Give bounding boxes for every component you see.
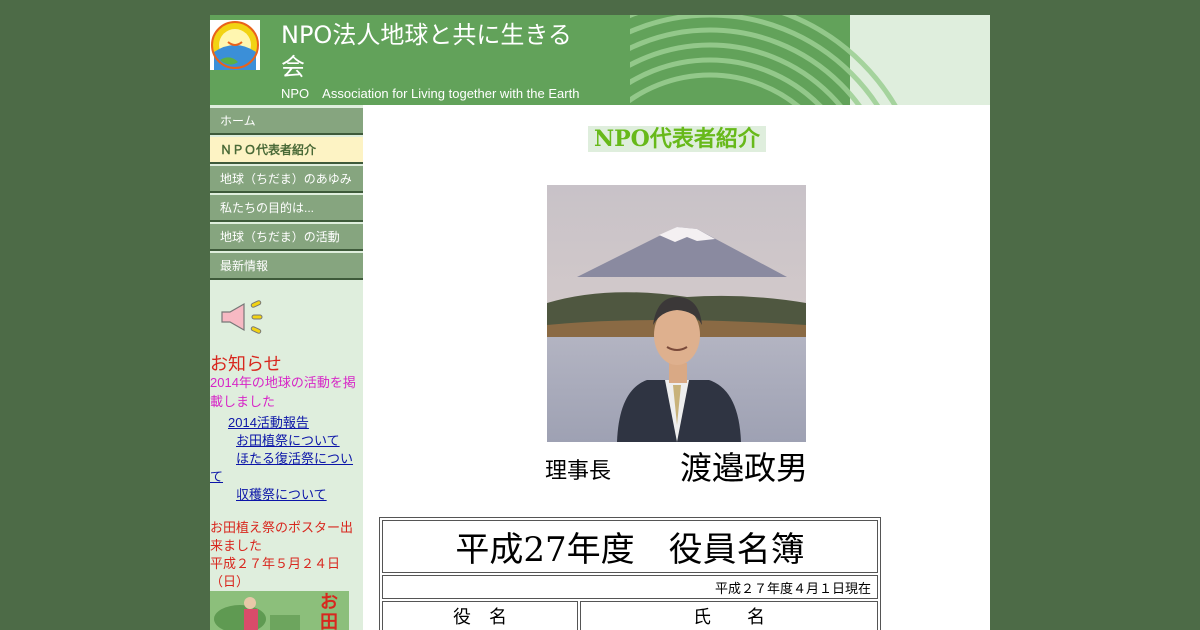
roster-header-name: 氏 名 bbox=[580, 601, 878, 630]
nav-item-activities[interactable]: 地球（ちだま）の活動 bbox=[210, 224, 363, 251]
roster-as-of-date: 平成２７年度４月１日現在 bbox=[382, 575, 878, 599]
page-title: NPO代表者紹介 bbox=[588, 126, 766, 152]
site-header: NPO法人地球と共に生きる会 NPO Association for Livin… bbox=[210, 15, 990, 105]
news-link-rice-planting[interactable]: お田植祭について bbox=[236, 433, 340, 448]
site-title: NPO法人地球と共に生きる会 bbox=[281, 21, 572, 81]
megaphone-icon bbox=[221, 300, 263, 334]
nav-item-representative[interactable]: ＮＰＯ代表者紹介 bbox=[210, 137, 363, 164]
news-link-2014-report[interactable]: 2014活動報告 bbox=[228, 415, 309, 430]
representative-role: 理事長 bbox=[545, 459, 612, 484]
representative-photo bbox=[547, 185, 806, 442]
representative-name: 渡邉政男 bbox=[680, 449, 809, 487]
poster-notice-text: お田植え祭のポスター出来ました bbox=[210, 520, 354, 553]
sidebar: ホーム ＮＰＯ代表者紹介 地球（ちだま）のあゆみ 私たちの目的は... 地球（ち… bbox=[210, 105, 363, 630]
roster-header-role: 役 名 bbox=[382, 601, 578, 630]
poster-image-text: お田 bbox=[320, 592, 338, 630]
sun-earth-logo-icon[interactable] bbox=[210, 20, 260, 70]
header-arcs-decoration bbox=[630, 15, 898, 105]
news-link-firefly[interactable]: ほたる復活祭について bbox=[210, 451, 353, 484]
poster-notice: お田植え祭のポスター出来ました 平成２７年５月２４日（日） bbox=[210, 519, 360, 591]
news-intro: 2014年の地球の活動を掲載しました bbox=[210, 375, 356, 409]
site-subtitle: NPO Association for Living together with… bbox=[281, 86, 580, 101]
poster-notice-date: 平成２７年５月２４日（日） bbox=[210, 556, 341, 589]
poster-image[interactable]: お田 bbox=[210, 591, 349, 630]
news-links: 2014活動報告 お田植祭について ほたる復活祭について 収穫祭について bbox=[210, 414, 360, 504]
page-container: NPO法人地球と共に生きる会 NPO Association for Livin… bbox=[210, 15, 990, 630]
roster-title: 平成27年度 役員名簿 bbox=[382, 520, 878, 573]
news-link-harvest[interactable]: 収穫祭について bbox=[236, 487, 327, 502]
nav-item-purpose[interactable]: 私たちの目的は... bbox=[210, 195, 363, 222]
nav-item-history[interactable]: 地球（ちだま）のあゆみ bbox=[210, 166, 363, 193]
officer-roster-table: 平成27年度 役員名簿 平成２７年度４月１日現在 役 名 氏 名 bbox=[379, 517, 881, 630]
nav-item-home[interactable]: ホーム bbox=[210, 108, 363, 135]
nav-item-latest-news[interactable]: 最新情報 bbox=[210, 253, 363, 280]
